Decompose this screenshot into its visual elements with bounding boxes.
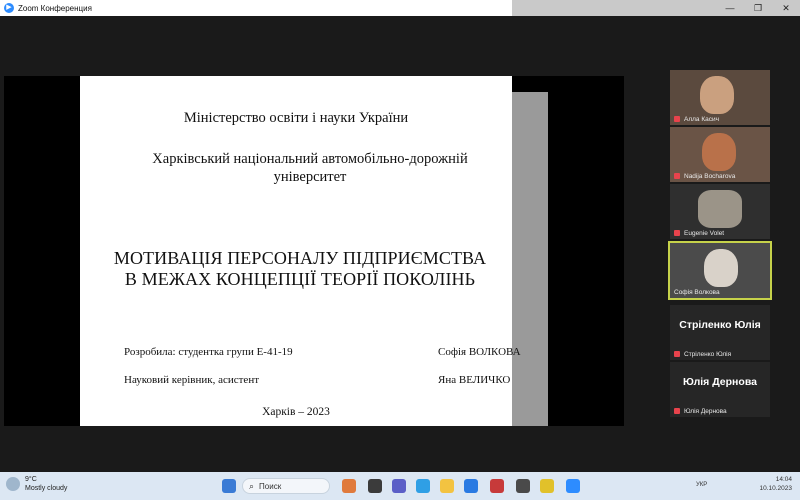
slide-author-label: Розробила: студентка групи Е-41-19	[124, 346, 293, 358]
chrome-icon[interactable]	[540, 479, 554, 493]
weather-widget[interactable]: 9°C Mostly cloudy	[6, 475, 67, 493]
participant-tile-active[interactable]: Софія Волкова	[668, 241, 772, 300]
presentation-slide: Міністерство освіти і науки України Харк…	[80, 76, 521, 426]
maximize-button[interactable]: ❐	[744, 0, 772, 16]
title-bar: ▶ Zoom Конференция — ❐ ✕	[0, 0, 800, 16]
mic-muted-icon	[674, 230, 680, 236]
participant-name: Стріленко Юлія	[684, 351, 732, 358]
app-icon[interactable]	[516, 479, 530, 493]
search-box[interactable]: ⌕ Поиск	[242, 478, 330, 494]
cloud-icon	[6, 477, 20, 491]
slide-supervisor-label: Науковий керівник, асистент	[124, 374, 260, 386]
file-explorer-icon[interactable]	[440, 479, 454, 493]
meeting-stage: Міністерство освіти і науки України Харк…	[0, 16, 800, 472]
participant-display-name: Стріленко Юлія	[679, 319, 761, 331]
clock-date: 10.10.2023	[759, 485, 792, 492]
participant-tile[interactable]: Nadija Bocharova	[670, 127, 770, 182]
search-placeholder: Поиск	[259, 481, 282, 491]
slide-author-name: Софія ВОЛКОВА	[438, 346, 521, 358]
minimize-button[interactable]: —	[716, 0, 744, 16]
zoom-icon: ▶	[4, 3, 14, 13]
mic-muted-icon	[674, 351, 680, 357]
close-button[interactable]: ✕	[772, 0, 800, 16]
language-indicator[interactable]: УКР	[696, 482, 707, 488]
app-icon[interactable]	[490, 479, 504, 493]
task-view-icon[interactable]	[368, 479, 382, 493]
participant-video	[698, 190, 742, 228]
window-title: Zoom Конференция	[18, 3, 92, 13]
participant-name: Юлія Дернова	[684, 408, 727, 415]
teams-icon[interactable]	[392, 479, 406, 493]
participant-tile[interactable]: Eugenie Volet	[670, 184, 770, 239]
start-icon[interactable]	[222, 479, 236, 493]
screen-share-side-panel	[512, 92, 548, 426]
search-icon: ⌕	[249, 480, 255, 491]
zoom-taskbar-icon[interactable]	[566, 479, 580, 493]
slide-topic: МОТИВАЦІЯ ПЕРСОНАЛУ ПІДПРИЄМСТВА В МЕЖАХ…	[100, 248, 500, 290]
slide-supervisor-name: Яна ВЕЛИЧКО	[438, 374, 511, 386]
store-icon[interactable]	[464, 479, 478, 493]
mic-muted-icon	[674, 116, 680, 122]
participant-tile[interactable]: Юлія Дернова Юлія Дернова	[670, 362, 770, 417]
slide-city-year: Харків – 2023	[262, 406, 330, 418]
slide-topic-line2: В МЕЖАХ КОНЦЕПЦІЇ ТЕОРІЇ ПОКОЛІНЬ	[124, 269, 476, 289]
participant-name: Софія Волкова	[674, 289, 720, 296]
slide-ministry: Міністерство освіти і науки України	[183, 110, 409, 126]
participant-name: Nadija Bocharova	[684, 173, 736, 180]
weather-temp: 9°C	[25, 476, 37, 483]
windows-taskbar: 9°C Mostly cloudy ⌕ Поиск УКР 14:04 10.1…	[0, 472, 800, 500]
mic-muted-icon	[674, 408, 680, 414]
participant-tile[interactable]: Стріленко Юлія Стріленко Юлія	[670, 305, 770, 360]
participant-name: Алла Касич	[684, 116, 720, 123]
clock[interactable]: 14:04 10.10.2023	[759, 475, 792, 493]
participant-display-name: Юлія Дернова	[683, 376, 757, 388]
widget-icon[interactable]	[342, 479, 356, 493]
edge-icon[interactable]	[416, 479, 430, 493]
participant-video	[704, 249, 738, 287]
slide-university: Харківський національний автомобільно-до…	[152, 151, 468, 185]
weather-desc: Mostly cloudy	[25, 485, 68, 492]
slide-topic-line1: МОТИВАЦІЯ ПЕРСОНАЛУ ПІДПРИЄМСТВА	[113, 248, 487, 268]
mic-muted-icon	[674, 173, 680, 179]
participant-tile[interactable]: Алла Касич	[670, 70, 770, 125]
participant-video	[700, 76, 734, 114]
participant-name: Eugenie Volet	[684, 230, 725, 237]
participant-video	[702, 133, 736, 171]
clock-time: 14:04	[775, 476, 792, 483]
